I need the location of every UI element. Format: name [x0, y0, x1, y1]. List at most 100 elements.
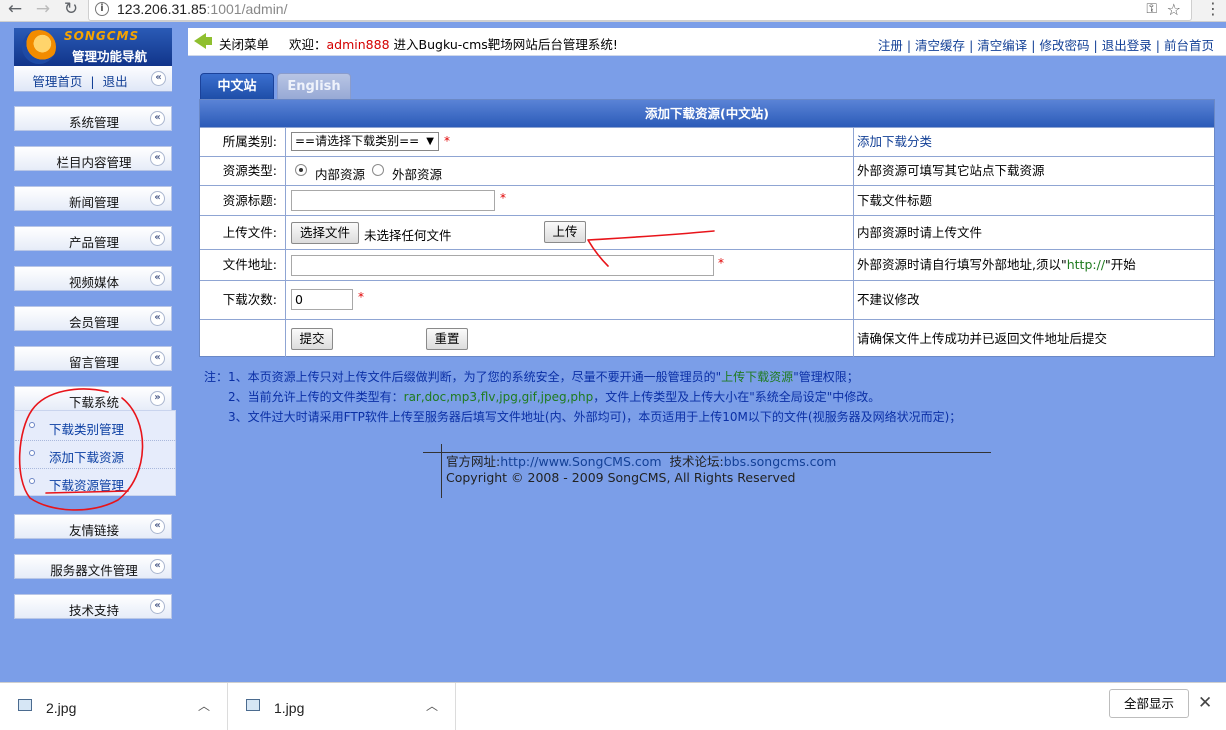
url-text[interactable]: 123.206.31.85:1001/admin/ — [117, 1, 287, 18]
field-cell: 选择文件 未选择任何文件 上传 — [287, 216, 854, 249]
frontend-home-link[interactable]: 前台首页 — [1164, 38, 1214, 53]
row-title: 资源标题: * 下载文件标题 — [200, 185, 1214, 215]
menu-label: 下载系统 — [68, 395, 119, 410]
show-all-button[interactable]: 全部显示 — [1109, 689, 1189, 718]
register-link[interactable]: 注册 — [878, 38, 903, 53]
top-bar: 关闭菜单 欢迎：admin888 进入Bugku-cms靶场网站后台管理系统! … — [188, 28, 1226, 56]
menu-system[interactable]: 系统管理 « — [14, 106, 172, 131]
choose-file-button[interactable]: 选择文件 — [291, 222, 359, 244]
logout-link[interactable]: 退出登录 — [1102, 38, 1152, 53]
field-cell: 内部资源 外部资源 — [287, 157, 854, 185]
collapse-icon[interactable]: « — [151, 71, 166, 86]
menu-label: 友情链接 — [68, 523, 119, 538]
menu-column-content[interactable]: 栏目内容管理 « — [14, 146, 172, 171]
field-hint: 请确保文件上传成功并已返回文件地址后提交 — [857, 331, 1108, 346]
expand-icon[interactable]: « — [150, 151, 165, 166]
site-url-link[interactable]: http://www.SongCMS.com — [500, 454, 661, 469]
menu-label: 系统管理 — [68, 115, 119, 130]
category-select[interactable]: ==请选择下载类别== ▼ — [291, 132, 439, 151]
nav-subheader: 管理首页 | 退出 « — [14, 66, 172, 92]
footer-divider — [423, 452, 991, 453]
info-icon[interactable]: i — [95, 2, 109, 16]
submenu-label: 下载资源管理 — [49, 478, 125, 493]
reset-button[interactable]: 重置 — [426, 328, 468, 350]
field-label: 资源类型: — [200, 157, 286, 185]
expand-icon[interactable]: « — [150, 559, 165, 574]
more-menu-icon[interactable]: ⋮ — [1203, 0, 1223, 18]
address-bar[interactable]: i 123.206.31.85:1001/admin/ ⚿ ☆ — [88, 0, 1192, 21]
menu-label: 服务器文件管理 — [50, 563, 138, 578]
upload-button[interactable]: 上传 — [544, 221, 586, 243]
clear-compile-link[interactable]: 清空编译 — [977, 38, 1027, 53]
add-category-link[interactable]: 添加下载分类 — [857, 128, 932, 156]
tab-english[interactable]: English — [277, 73, 351, 100]
downloads-input[interactable]: 0 — [291, 289, 353, 310]
key-icon[interactable]: ⚿ — [1146, 1, 1157, 17]
add-download-form: 添加下载资源(中文站) 所属类别: ==请选择下载类别== ▼ * 添加下载分类 … — [199, 99, 1215, 357]
logo-swirl-icon — [22, 30, 56, 64]
expand-icon[interactable]: « — [150, 271, 165, 286]
expand-icon[interactable]: « — [150, 311, 165, 326]
tab-chinese[interactable]: 中文站 — [200, 73, 274, 100]
submenu-add-download[interactable]: 添加下载资源 — [15, 441, 175, 469]
menu-server-files[interactable]: 服务器文件管理 « — [14, 554, 172, 579]
copyright: Copyright © 2008 - 2009 SongCMS, All Rig… — [446, 470, 796, 485]
menu-tech-support[interactable]: 技术支持 « — [14, 594, 172, 619]
external-radio[interactable] — [372, 164, 384, 176]
menu-video[interactable]: 视频媒体 « — [14, 266, 172, 291]
expand-icon[interactable]: « — [150, 231, 165, 246]
download-item[interactable]: 2.jpg ︿ — [0, 683, 228, 730]
close-menu-link[interactable]: 关闭菜单 — [219, 34, 269, 53]
chevron-up-icon[interactable]: ︿ — [198, 697, 210, 714]
internal-radio[interactable] — [295, 164, 307, 176]
note-highlight: rar,doc,mp3,flv,jpg,gif,jpeg,php — [403, 390, 594, 404]
row-source-type: 资源类型: 内部资源 外部资源 外部资源可填写其它站点下载资源 — [200, 156, 1214, 185]
chevron-up-icon[interactable]: ︿ — [426, 697, 438, 714]
row-category: 所属类别: ==请选择下载类别== ▼ * 添加下载分类 — [200, 127, 1214, 156]
forward-arrow-icon[interactable]: → — [32, 0, 54, 20]
expand-icon[interactable]: « — [150, 111, 165, 126]
menu-members[interactable]: 会员管理 « — [14, 306, 172, 331]
close-menu-arrow-tail — [204, 37, 212, 45]
submenu-download-category[interactable]: 下载类别管理 — [15, 413, 175, 441]
expand-icon[interactable]: « — [150, 191, 165, 206]
field-label: 资源标题: — [200, 186, 286, 215]
menu-news[interactable]: 新闻管理 « — [14, 186, 172, 211]
expand-icon[interactable]: « — [150, 519, 165, 534]
note-text: 2、当前允许上传的文件类型有： — [228, 390, 404, 404]
star-icon[interactable]: ☆ — [1167, 0, 1181, 19]
bullet-icon — [29, 422, 35, 428]
submenu-label: 添加下载资源 — [49, 450, 125, 465]
back-arrow-icon[interactable]: ← — [4, 0, 26, 20]
admin-home-link[interactable]: 管理首页 — [32, 74, 82, 89]
required-mark: * — [718, 256, 724, 270]
field-cell: * — [287, 186, 854, 215]
logout-link[interactable]: 退出 — [103, 74, 128, 89]
change-password-link[interactable]: 修改密码 — [1040, 38, 1090, 53]
menu-products[interactable]: 产品管理 « — [14, 226, 172, 251]
title-input[interactable] — [291, 190, 495, 211]
reload-icon[interactable]: ↻ — [60, 0, 82, 20]
file-name: 1.jpg — [274, 700, 305, 716]
submenu-download-manage[interactable]: 下载资源管理 — [15, 469, 175, 497]
submenu-label: 下载类别管理 — [49, 422, 125, 437]
field-hint: 外部资源时请自行填写外部地址,须以"http://"开始 — [857, 250, 1136, 280]
submit-button[interactable]: 提交 — [291, 328, 333, 350]
menu-friend-links[interactable]: 友情链接 « — [14, 514, 172, 539]
image-file-icon — [246, 699, 260, 711]
expand-icon[interactable]: « — [150, 351, 165, 366]
separator: | — [906, 38, 912, 53]
bullet-icon — [29, 478, 35, 484]
forum-url-link[interactable]: bbs.songcms.com — [724, 454, 837, 469]
row-upload: 上传文件: 选择文件 未选择任何文件 上传 内部资源时请上传文件 — [200, 215, 1214, 249]
menu-download-system[interactable]: 下载系统 » — [14, 386, 172, 411]
image-file-icon — [18, 699, 32, 711]
file-url-input[interactable] — [291, 255, 714, 276]
collapse-down-icon[interactable]: » — [150, 391, 165, 406]
download-item[interactable]: 1.jpg ︿ — [228, 683, 456, 730]
menu-messages[interactable]: 留言管理 « — [14, 346, 172, 371]
close-icon[interactable]: ✕ — [1198, 693, 1212, 713]
left-navigation: SONGCMS 管理功能导航 管理首页 | 退出 « 系统管理 « 栏目内容管理 «… — [14, 28, 176, 619]
expand-icon[interactable]: « — [150, 599, 165, 614]
clear-cache-link[interactable]: 清空缓存 — [915, 38, 965, 53]
